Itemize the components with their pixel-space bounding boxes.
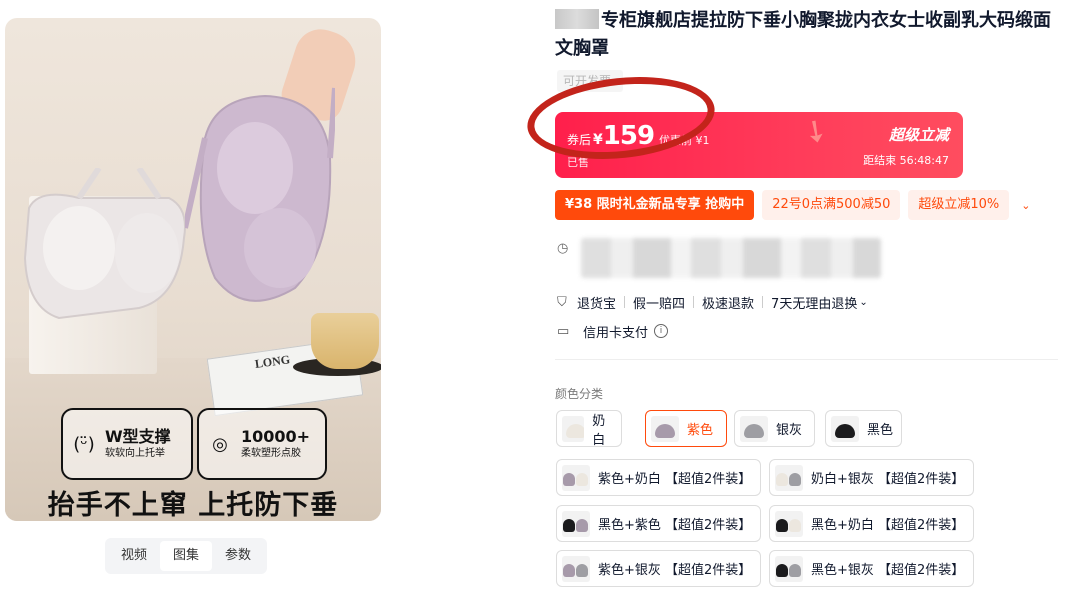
super-discount-label: 超级立减 <box>888 126 949 144</box>
credit-card-icon: ▭ <box>557 323 570 339</box>
feature-subtitle: 软软向上托举 <box>105 448 165 459</box>
coupon-after-label: 券后 <box>567 133 592 147</box>
color-category-label: 颜色分类 <box>555 387 604 401</box>
service-guarantees[interactable]: ⛉ 退货宝 假一赔四 极速退款 7天无理由退换 ⌄ <box>557 292 868 312</box>
color-option-label: 紫色 <box>687 423 714 438</box>
info-icon[interactable]: i <box>654 324 669 338</box>
feature-glue-box: ◎ 10000+ 柔软塑形点胶 <box>197 408 327 480</box>
bundle-thumbnail <box>775 555 803 582</box>
tab-gallery[interactable]: 图集 <box>160 541 212 571</box>
currency-symbol: ¥ <box>593 132 603 148</box>
bundle-option-label: 黑色+紫色 【超值2件装】 <box>598 518 752 533</box>
bundle-option-3[interactable]: 黑色+紫色 【超值2件装】 <box>556 505 761 542</box>
product-title-text: 专柜旗舰店提拉防下垂小胸聚拢内衣女士收副乳大码缎面文胸罩 <box>555 10 1051 59</box>
feature-title: 10000+ <box>241 427 311 446</box>
w-support-icon: (ᵕ̈) <box>73 433 95 455</box>
color-thumbnail <box>562 415 585 442</box>
promo-coupon[interactable]: ¥38 限时礼金新品专享 抢购中 <box>555 190 755 220</box>
bundle-option-label: 黑色+银灰 【超值2件装】 <box>811 563 965 578</box>
color-option-4[interactable]: 黑色 <box>825 410 902 447</box>
chevron-down-icon[interactable]: ⌄ <box>859 297 867 308</box>
divider <box>762 296 764 308</box>
bundle-option-6[interactable]: 黑色+银灰 【超值2件装】 <box>769 550 974 587</box>
bundle-thumbnail <box>562 555 590 582</box>
bundle-thumbnail <box>775 510 803 537</box>
promo-row: ¥38 限时礼金新品专享 抢购中 22号0点满500减50 超级立减10% ⌄ <box>555 190 1031 220</box>
bundle-option-2[interactable]: 奶白+银灰 【超值2件装】 <box>769 459 974 496</box>
color-thumbnail <box>831 415 859 442</box>
feature-title: W型支撑 <box>105 427 171 446</box>
credit-card-payment: ▭ 信用卡支付 i <box>557 321 669 341</box>
gallery-tabs: 视频 图集 参数 <box>105 538 267 574</box>
color-option-1[interactable]: 奶白 <box>556 410 622 448</box>
bundle-option-1[interactable]: 紫色+奶白 【超值2件装】 <box>556 459 761 496</box>
bundle-option-label: 紫色+奶白 【超值2件装】 <box>598 472 752 487</box>
credit-card-label: 信用卡支付 <box>583 325 649 341</box>
bundle-thumbnail <box>562 464 590 491</box>
color-option-label: 黑色 <box>866 423 893 438</box>
bundle-option-label: 黑色+奶白 【超值2件装】 <box>811 518 965 533</box>
color-thumbnail <box>740 415 768 442</box>
price-row: 券后 ¥ 159 优惠前 ¥1 <box>567 121 710 151</box>
service-item: 假一赔四 <box>633 296 686 312</box>
product-title: 专柜旗舰店提拉防下垂小胸聚拢内衣女士收副乳大码缎面文胸罩 <box>555 7 1065 63</box>
promo-discount[interactable]: 超级立减10% <box>908 190 1010 220</box>
bundle-thumbnail <box>562 510 590 537</box>
bra-white-image <box>23 168 186 320</box>
divider <box>624 296 626 308</box>
redacted-shipping-text <box>581 238 881 278</box>
arrow-icon: ➘ <box>795 112 836 154</box>
image-headline: 抬手不上窜 上托防下垂 <box>47 490 339 521</box>
feature-support-box: (ᵕ̈) W型支撑 软软向上托举 <box>61 408 193 480</box>
color-option-label: 银灰 <box>776 423 803 438</box>
color-option-label: 奶白 <box>592 413 606 448</box>
delivery-icon: ◷ <box>557 241 569 256</box>
service-item: 7天无理由退换 <box>771 296 858 312</box>
service-item: 极速退款 <box>702 296 755 312</box>
divider <box>693 296 695 308</box>
bundle-option-5[interactable]: 紫色+银灰 【超值2件装】 <box>556 550 761 587</box>
original-price: 优惠前 ¥1 <box>659 134 710 147</box>
glue-dots-icon: ◎ <box>212 433 228 455</box>
feature-subtitle: 柔软塑形点胶 <box>241 448 301 459</box>
bundle-option-4[interactable]: 黑色+奶白 【超值2件装】 <box>769 505 974 542</box>
bundle-option-label: 紫色+银灰 【超值2件装】 <box>598 563 752 578</box>
price-banner: ➘ 券后 ¥ 159 优惠前 ¥1 已售 超级立减 距结束 56:48:47 <box>555 112 963 178</box>
tab-params[interactable]: 参数 <box>212 541 264 571</box>
color-option-2[interactable]: 紫色 <box>645 410 727 447</box>
bundle-thumbnail <box>775 464 803 491</box>
color-option-3[interactable]: 银灰 <box>734 410 815 447</box>
promo-threshold[interactable]: 22号0点满500减50 <box>762 190 901 220</box>
redacted-brand <box>555 9 599 29</box>
newspaper-text: LONG <box>253 352 291 371</box>
service-item: 退货宝 <box>577 296 617 312</box>
section-divider <box>555 359 1058 360</box>
invoice-tag: 可开发票 <box>557 70 623 92</box>
tab-video[interactable]: 视频 <box>108 541 160 571</box>
sold-count: 已售 <box>567 156 589 169</box>
chevron-down-icon[interactable]: ⌄ <box>1021 199 1030 212</box>
bundle-option-label: 奶白+银灰 【超值2件装】 <box>811 472 965 487</box>
shipping-info: ◷ <box>557 236 887 282</box>
price-value: 159 <box>602 121 655 151</box>
countdown-timer: 距结束 56:48:47 <box>863 154 949 167</box>
product-main-image[interactable]: LONG (ᵕ̈) W型支撑 软软向上托举 ◎ 10000+ 柔软塑形点胶 抬手… <box>5 18 381 521</box>
shield-icon: ⛉ <box>557 294 567 310</box>
bra-purple-image <box>185 87 335 302</box>
color-thumbnail <box>651 415 679 442</box>
